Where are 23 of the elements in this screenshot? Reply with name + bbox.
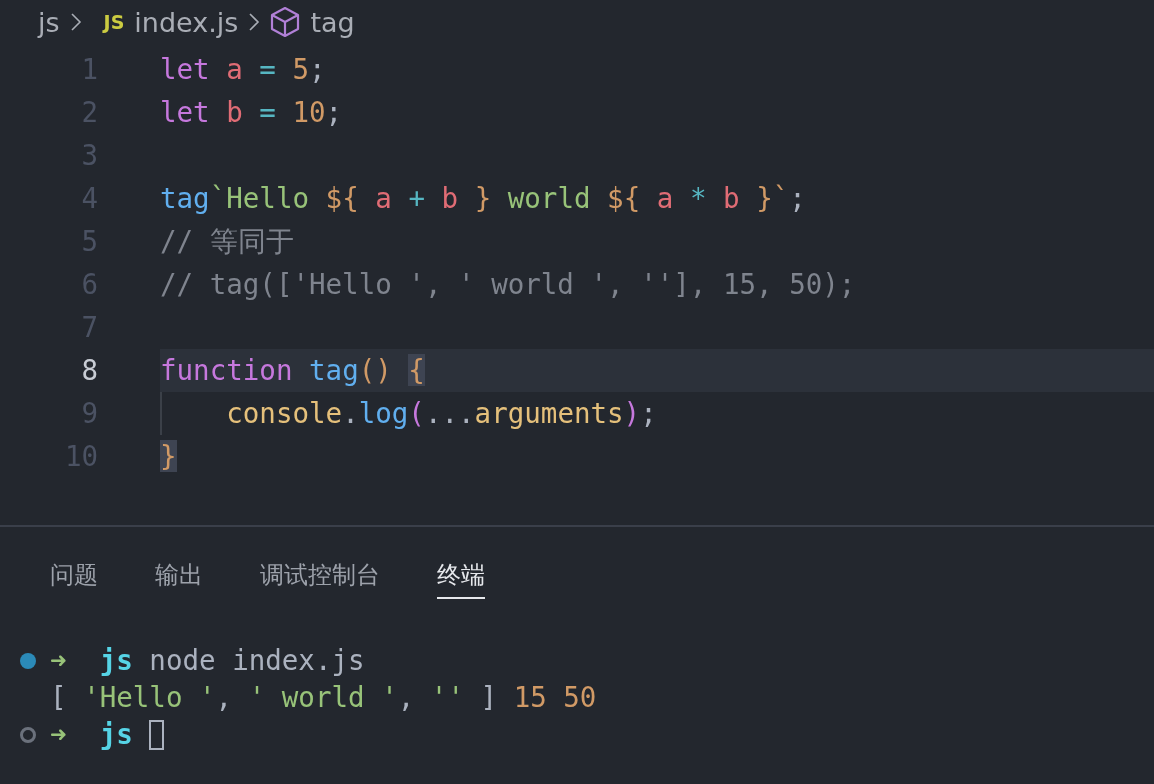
- breadcrumb-item[interactable]: index.js: [134, 6, 239, 38]
- terminal-line: [ 'Hello ', ' world ', '' ] 15 50: [50, 680, 597, 715]
- command-status-icon: [20, 726, 36, 743]
- breadcrumb-item[interactable]: tag: [310, 6, 355, 38]
- code-line: let b = 10;: [160, 95, 344, 130]
- js-file-icon: JS: [103, 11, 125, 33]
- code-line: // tag(['Hello ', ' world ', ''], 15, 50);: [160, 267, 857, 302]
- code-line: tag`Hello ${ a + b } world ${ a * b }`;: [160, 181, 807, 216]
- command-status-icon: [20, 652, 36, 669]
- code-line: // 等同于: [160, 224, 295, 259]
- cube-icon: [270, 6, 301, 38]
- terminal-line: ➜ js: [50, 716, 165, 753]
- panel-tab[interactable]: 终端: [437, 553, 485, 599]
- line-number: 8: [80, 353, 98, 388]
- chevron-icon: [69, 12, 82, 32]
- terminal-line: ➜ js node index.js: [50, 643, 365, 678]
- panel-tab[interactable]: 调试控制台: [260, 553, 380, 599]
- chevron-icon: [248, 12, 261, 32]
- panel-tab[interactable]: 问题: [50, 553, 98, 599]
- panel-tab[interactable]: 输出: [155, 553, 203, 599]
- code-line: console.log(...arguments);: [160, 392, 1154, 435]
- breadcrumb-item[interactable]: js: [38, 6, 60, 38]
- code-line: let a = 5;: [160, 52, 327, 87]
